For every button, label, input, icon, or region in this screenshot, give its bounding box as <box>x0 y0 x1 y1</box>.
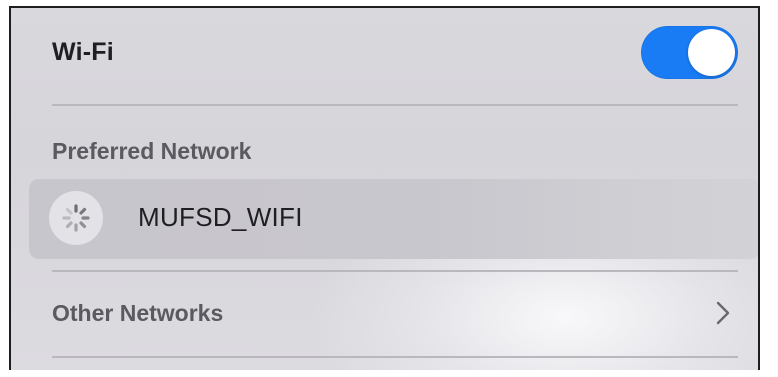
other-networks-label: Other Networks <box>52 300 224 326</box>
divider <box>52 356 738 358</box>
toggle-knob <box>688 29 735 76</box>
wifi-toggle[interactable] <box>641 26 738 79</box>
network-name: MUFSD_WIFI <box>138 202 303 232</box>
preferred-network-header: Preferred Network <box>52 138 252 164</box>
loading-spinner-icon <box>49 191 103 245</box>
wifi-row: Wi-Fi <box>11 8 758 104</box>
screenshot-frame: Wi-Fi Preferred Network MUFSD_WIFI Other… <box>0 0 778 377</box>
preferred-network-row[interactable]: MUFSD_WIFI <box>29 179 758 259</box>
wifi-title: Wi-Fi <box>52 38 114 66</box>
chevron-right-icon <box>716 301 730 325</box>
other-networks-row[interactable]: Other Networks <box>11 272 758 356</box>
wifi-settings-panel: Wi-Fi Preferred Network MUFSD_WIFI Other… <box>9 6 760 370</box>
divider <box>52 104 738 106</box>
